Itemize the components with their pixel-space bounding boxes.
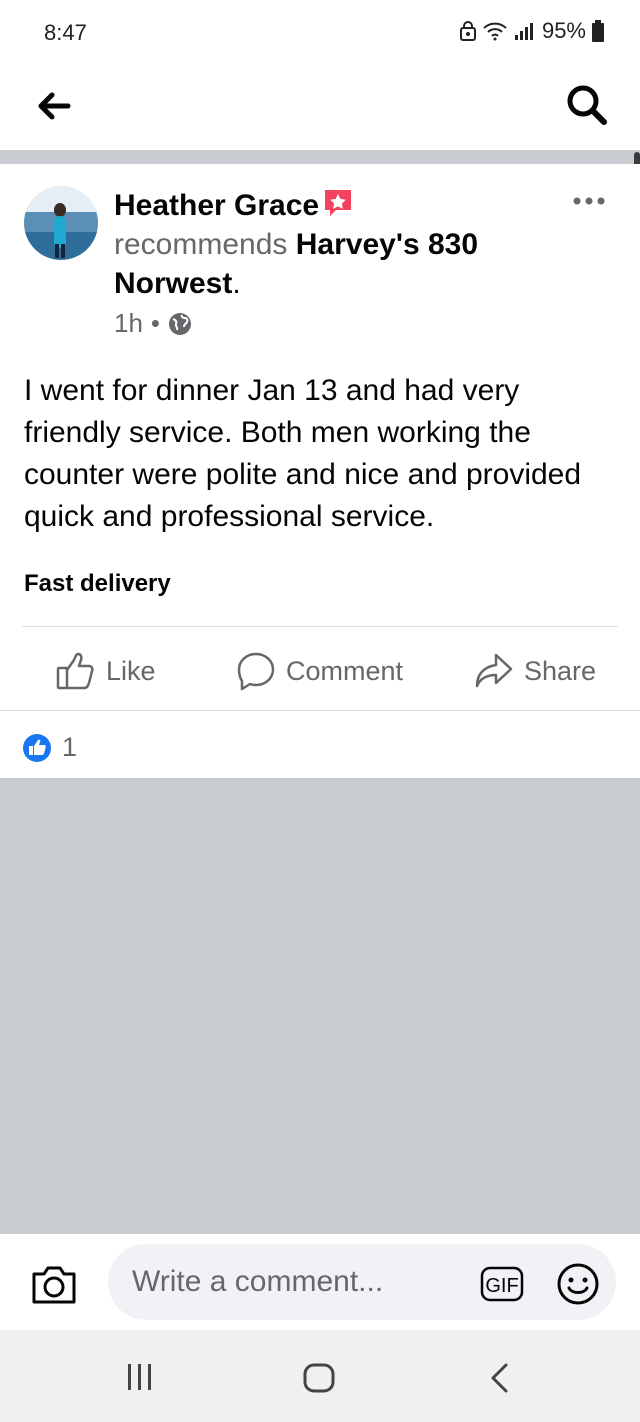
comment-button[interactable]: Comment [236, 648, 403, 694]
search-button[interactable] [564, 82, 610, 128]
profile-photo [24, 186, 98, 260]
time-ago[interactable]: 1h [114, 308, 143, 339]
battery-percent: 95% [541, 18, 586, 43]
post-header: Heather Grace recommends Harvey's 830 No… [114, 186, 534, 303]
avatar[interactable] [24, 186, 98, 260]
back-button[interactable] [34, 86, 74, 126]
home-icon [303, 1363, 335, 1393]
lock-icon [459, 21, 476, 41]
camera-button[interactable] [30, 1264, 78, 1306]
comments-area [0, 778, 640, 1234]
divider [22, 626, 618, 627]
post-tag: Fast delivery [24, 570, 171, 597]
emoji-button[interactable] [556, 1262, 600, 1306]
wifi-icon [483, 22, 507, 41]
smiley-icon [557, 1263, 599, 1305]
globe-icon [169, 312, 192, 335]
arrow-left-icon [38, 92, 71, 120]
signal-icon [514, 23, 533, 40]
section-divider [0, 150, 640, 164]
divider [0, 710, 640, 711]
app-bar [0, 64, 640, 150]
like-button[interactable]: Like [56, 648, 156, 694]
chevron-left-icon [491, 1363, 508, 1393]
status-time: 8:47 [44, 20, 87, 45]
status-bar: 8:47 95% [0, 0, 640, 64]
author-name[interactable]: Heather Grace [114, 189, 319, 222]
comment-composer: GIF [0, 1234, 640, 1330]
like-label: Like [106, 655, 156, 686]
system-nav-bar [0, 1330, 640, 1422]
post-card: Heather Grace recommends Harvey's 830 No… [0, 164, 640, 778]
star-badge-icon [325, 190, 352, 216]
thumbs-up-icon [56, 652, 94, 690]
system-back-button[interactable] [488, 1362, 512, 1394]
recents-icon [128, 1364, 151, 1390]
battery-icon [592, 20, 604, 42]
like-reaction-icon [23, 733, 51, 762]
more-dots-icon [573, 197, 605, 205]
search-icon [567, 85, 607, 125]
post-meta: 1h • [114, 308, 192, 339]
meta-separator: • [150, 308, 161, 338]
comment-input[interactable] [130, 1264, 454, 1300]
recents-button[interactable] [124, 1362, 156, 1392]
share-label: Share [524, 655, 597, 686]
camera-icon [32, 1266, 76, 1304]
share-button[interactable]: Share [474, 648, 596, 694]
post-body: I went for dinner Jan 13 and had very fr… [24, 374, 582, 533]
reactions-summary[interactable]: 1 [22, 732, 77, 763]
comment-input-container[interactable]: GIF [108, 1244, 616, 1320]
gif-icon: GIF [480, 1266, 524, 1302]
share-arrow-icon [475, 653, 513, 688]
more-options-button[interactable] [572, 194, 606, 206]
home-button[interactable] [302, 1362, 336, 1394]
comment-label: Comment [286, 655, 404, 686]
speech-bubble-icon [237, 652, 275, 691]
status-icons: 95% [459, 18, 604, 44]
recommends-text: recommends [114, 228, 288, 261]
gif-button[interactable]: GIF [480, 1266, 524, 1302]
gif-label: GIF [485, 1275, 518, 1297]
reaction-count: 1 [62, 732, 78, 762]
period: . [232, 267, 241, 300]
